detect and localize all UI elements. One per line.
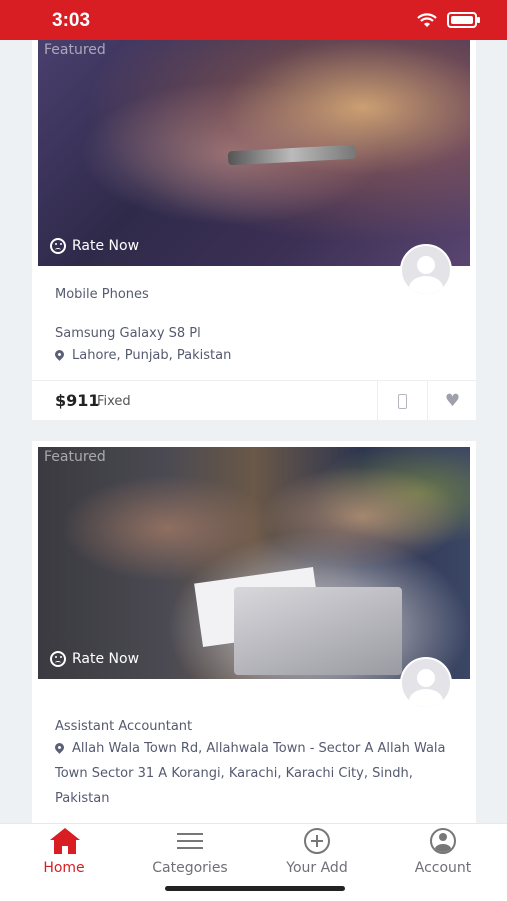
nav-home[interactable]: Home: [1, 824, 127, 876]
listing-image[interactable]: Featured Rate Now: [38, 447, 470, 679]
price-type: Fixed: [97, 394, 131, 409]
home-indicator: [165, 886, 345, 891]
listing-location: Lahore, Punjab, Pakistan: [53, 343, 455, 368]
status-icons: [417, 12, 480, 28]
nav-your-add[interactable]: Your Add: [254, 824, 380, 876]
location-text: Lahore, Punjab, Pakistan: [72, 348, 232, 363]
listing-title[interactable]: Samsung Galaxy S8 Pl: [55, 326, 201, 341]
sad-face-icon: [50, 238, 66, 254]
seller-avatar[interactable]: [400, 244, 452, 296]
featured-label: Featured: [44, 42, 106, 58]
listing-card[interactable]: Featured Rate Now Assistant Accountant A…: [32, 441, 476, 831]
rate-now-button[interactable]: Rate Now: [50, 238, 139, 254]
status-time: 3:03: [52, 10, 91, 31]
status-bar: 3:03: [0, 0, 507, 40]
heart-icon: ♥: [444, 391, 461, 411]
rate-now-label: Rate Now: [72, 651, 140, 667]
location-pin-icon: [53, 348, 66, 361]
nav-label: Account: [414, 860, 472, 876]
nav-categories[interactable]: Categories: [127, 824, 253, 876]
call-button[interactable]: [377, 381, 427, 421]
plus-circle-icon: [304, 828, 330, 854]
location-pin-icon: [53, 741, 66, 754]
rate-now-button[interactable]: Rate Now: [50, 651, 139, 667]
listing-image[interactable]: Featured Rate Now: [38, 40, 470, 266]
image-content-laptop: [234, 587, 402, 675]
nav-label: Home: [43, 860, 85, 876]
featured-label: Featured: [44, 449, 106, 465]
location-text: Allah Wala Town Rd, Allahwala Town - Sec…: [55, 741, 446, 806]
rate-now-label: Rate Now: [72, 238, 140, 254]
price-bar: $911 Fixed ♥: [32, 380, 476, 421]
favorite-button[interactable]: ♥: [427, 381, 477, 421]
listing-price: $911: [55, 391, 100, 410]
seller-avatar[interactable]: [400, 657, 452, 709]
wifi-icon: [417, 12, 437, 27]
nav-account[interactable]: Account: [380, 824, 506, 876]
menu-icon: [177, 828, 203, 854]
user-circle-icon: [430, 828, 456, 854]
battery-icon: [447, 12, 480, 28]
listing-category: Mobile Phones: [55, 287, 149, 302]
home-icon: [50, 828, 80, 854]
listing-title[interactable]: Assistant Accountant: [55, 719, 192, 734]
listing-location: Allah Wala Town Rd, Allahwala Town - Sec…: [53, 736, 455, 811]
image-content-phone: [227, 144, 357, 166]
nav-label: Categories: [152, 860, 228, 876]
listing-card[interactable]: Featured Rate Now Mobile Phones Samsung …: [32, 40, 476, 421]
sad-face-icon: [50, 651, 66, 667]
nav-label: Your Add: [286, 860, 348, 876]
phone-icon: [398, 393, 407, 409]
